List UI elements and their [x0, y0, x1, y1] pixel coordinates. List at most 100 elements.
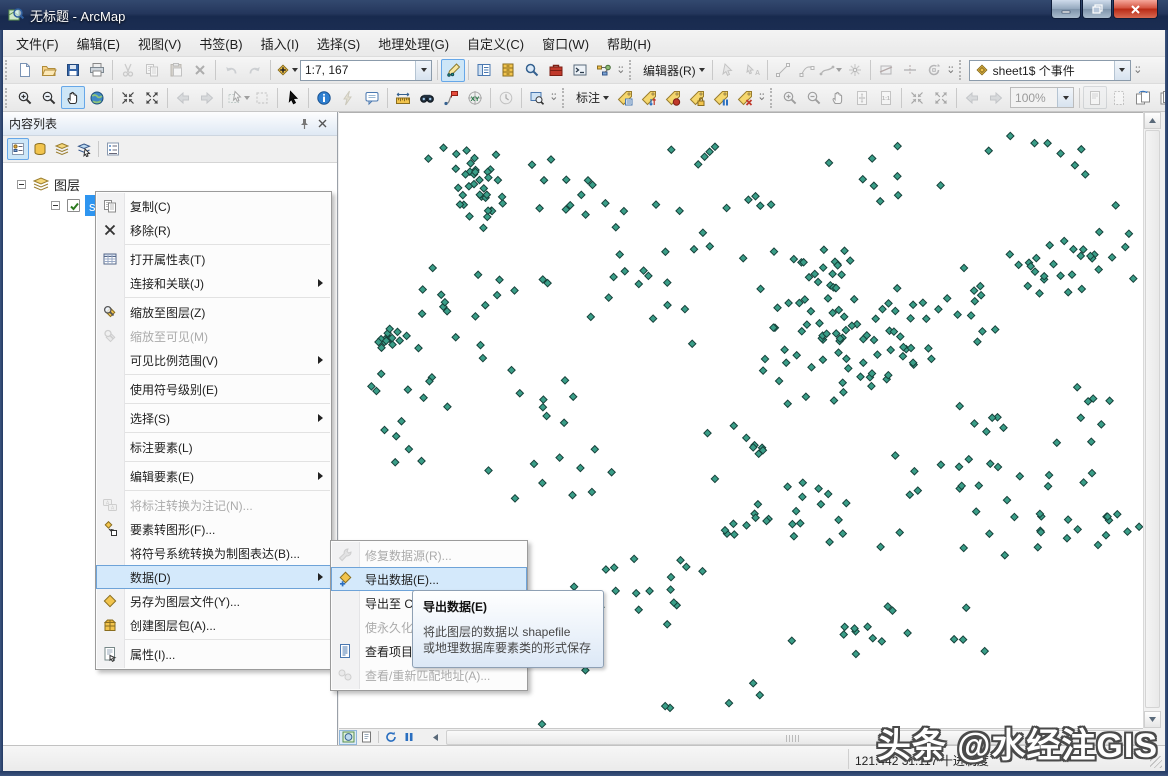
- list-by-visibility-button[interactable]: [51, 138, 73, 160]
- measure-tool[interactable]: [391, 86, 415, 109]
- zoom-out-tool[interactable]: [37, 86, 61, 109]
- go-to-xy-tool[interactable]: XY: [463, 86, 487, 109]
- menu-item-visible-scale-range[interactable]: 可见比例范围(V): [96, 348, 331, 372]
- list-by-source-button[interactable]: [29, 138, 51, 160]
- select-elements-tool[interactable]: [281, 86, 305, 109]
- pan-tool[interactable]: [61, 86, 85, 109]
- data-view-button[interactable]: [339, 729, 357, 745]
- layout-view-button[interactable]: [357, 730, 375, 745]
- toolbar-overflow-icon[interactable]: [549, 87, 560, 109]
- tree-node-layers[interactable]: 图层: [17, 175, 80, 193]
- restore-button[interactable]: [1082, 0, 1112, 19]
- identify-tool[interactable]: [312, 86, 336, 109]
- label-weight-button[interactable]: [661, 86, 685, 109]
- scale-combo[interactable]: 1:7, 167: [300, 59, 432, 81]
- save-button[interactable]: [61, 59, 85, 82]
- toolbar-grip[interactable]: [629, 60, 634, 80]
- menubar-item-6[interactable]: 地理处理(G): [369, 30, 458, 57]
- modelbuilder-button[interactable]: [592, 59, 616, 82]
- menu-item-label-features[interactable]: 标注要素(L): [96, 435, 331, 459]
- collapse-icon[interactable]: [17, 179, 26, 189]
- fixed-zoom-out-button[interactable]: [140, 86, 164, 109]
- search-window-button[interactable]: [520, 59, 544, 82]
- menu-item-data[interactable]: 数据(D): [96, 565, 331, 589]
- toolbar-grip[interactable]: [770, 87, 775, 108]
- labeling-menu-button[interactable]: 标注: [570, 86, 613, 109]
- menubar-item-0[interactable]: 文件(F): [7, 30, 68, 57]
- toolbar-grip[interactable]: [5, 87, 10, 108]
- editor-menu-button[interactable]: 编辑器(R): [637, 59, 709, 82]
- vertical-scrollbar[interactable]: [1143, 112, 1161, 728]
- menu-item-convert-symbology[interactable]: 将符号系统转换为制图表达(B)...: [96, 541, 331, 565]
- menu-item-remove[interactable]: 移除(R): [96, 218, 331, 242]
- lock-labels-button[interactable]: [685, 86, 709, 109]
- menu-item-use-symbol-levels[interactable]: 使用符号级别(E): [96, 377, 331, 401]
- table-of-contents-button[interactable]: [472, 59, 496, 82]
- title-bar[interactable]: 无标题 - ArcMap: [0, 0, 1168, 30]
- open-button[interactable]: [37, 59, 61, 82]
- new-map-button[interactable]: [13, 59, 37, 82]
- create-features-combo[interactable]: sheet1$ 个事件: [968, 59, 1131, 81]
- fixed-zoom-in-button[interactable]: [116, 86, 140, 109]
- close-icon[interactable]: [313, 115, 331, 133]
- vertical-scroll-thumb[interactable]: [1145, 130, 1160, 708]
- minimize-button[interactable]: [1051, 0, 1081, 19]
- create-viewer-window-tool[interactable]: [525, 86, 549, 109]
- menu-item-copy[interactable]: 复制(C): [96, 194, 331, 218]
- toolbar-grip[interactable]: [958, 60, 964, 80]
- refresh-view-button[interactable]: [382, 730, 400, 745]
- toc-options-button[interactable]: [102, 138, 124, 160]
- toolbar-overflow-icon[interactable]: [757, 87, 768, 109]
- menu-item-edit-features[interactable]: 编辑要素(E): [96, 464, 331, 488]
- arctoolbox-button[interactable]: [544, 59, 568, 82]
- menubar-item-8[interactable]: 窗口(W): [533, 30, 598, 57]
- menu-item-features-to-graphics[interactable]: 要素转图形(F)...: [96, 517, 331, 541]
- menu-item-create-layer-package[interactable]: 创建图层包(A)...: [96, 613, 331, 637]
- editor-sketch-button[interactable]: [441, 58, 465, 82]
- menu-item-zoom-to-layer[interactable]: 缩放至图层(Z): [96, 300, 331, 324]
- menubar-item-7[interactable]: 自定义(C): [458, 30, 533, 57]
- menubar-item-3[interactable]: 书签(B): [190, 30, 251, 57]
- menubar-item-9[interactable]: 帮助(H): [598, 30, 660, 57]
- menu-item-selection[interactable]: 选择(S): [96, 406, 331, 430]
- pause-drawing-button[interactable]: [400, 730, 418, 745]
- find-tool[interactable]: [415, 86, 439, 109]
- layout-zoom-combo-dropdown-icon[interactable]: [1057, 88, 1074, 107]
- scroll-up-icon[interactable]: [1144, 112, 1161, 129]
- menu-item-joins-relates[interactable]: 连接和关联(J): [96, 271, 331, 295]
- scroll-left-icon[interactable]: [426, 730, 444, 745]
- pause-labeling-button[interactable]: [709, 86, 733, 109]
- toolbar-overflow-icon[interactable]: [1133, 59, 1144, 81]
- create-features-combo-dropdown-icon[interactable]: [1113, 60, 1130, 80]
- label-manager-button[interactable]: [613, 86, 637, 109]
- zoom-in-tool[interactable]: [13, 86, 37, 109]
- menubar-item-1[interactable]: 编辑(E): [68, 30, 129, 57]
- view-unplaced-labels-button[interactable]: [733, 86, 757, 109]
- menu-item-properties[interactable]: 属性(I)...: [96, 642, 331, 666]
- add-data-button[interactable]: [274, 59, 298, 82]
- python-window-button[interactable]: [568, 59, 592, 82]
- submenu-item-export-data[interactable]: 导出数据(E)...: [331, 567, 527, 591]
- menubar-item-2[interactable]: 视图(V): [129, 30, 190, 57]
- list-by-selection-button[interactable]: [73, 138, 95, 160]
- html-popup-tool[interactable]: [360, 86, 384, 109]
- layer-visibility-checkbox[interactable]: [67, 198, 80, 212]
- toolbar-grip[interactable]: [5, 60, 10, 80]
- toolbar-grip[interactable]: [562, 87, 567, 108]
- find-route-tool[interactable]: [439, 86, 463, 109]
- scale-combo-dropdown-icon[interactable]: [415, 60, 431, 80]
- catalog-window-button[interactable]: [496, 59, 520, 82]
- menubar-item-5[interactable]: 选择(S): [308, 30, 369, 57]
- print-button[interactable]: [85, 59, 109, 82]
- list-by-drawing-order-button[interactable]: [7, 138, 29, 160]
- menu-item-save-as-layer-file[interactable]: 另存为图层文件(Y)...: [96, 589, 331, 613]
- close-button[interactable]: [1113, 0, 1158, 19]
- collapse-icon[interactable]: [51, 200, 60, 210]
- toolbar-overflow-icon[interactable]: [946, 59, 957, 81]
- pin-icon[interactable]: [295, 115, 313, 133]
- layout-zoom-combo[interactable]: 100%: [1010, 87, 1075, 108]
- menubar-item-4[interactable]: 插入(I): [252, 30, 308, 57]
- change-layout-button[interactable]: [1131, 86, 1155, 109]
- menu-item-open-attribute-table[interactable]: 打开属性表(T): [96, 247, 331, 271]
- label-priority-button[interactable]: [637, 86, 661, 109]
